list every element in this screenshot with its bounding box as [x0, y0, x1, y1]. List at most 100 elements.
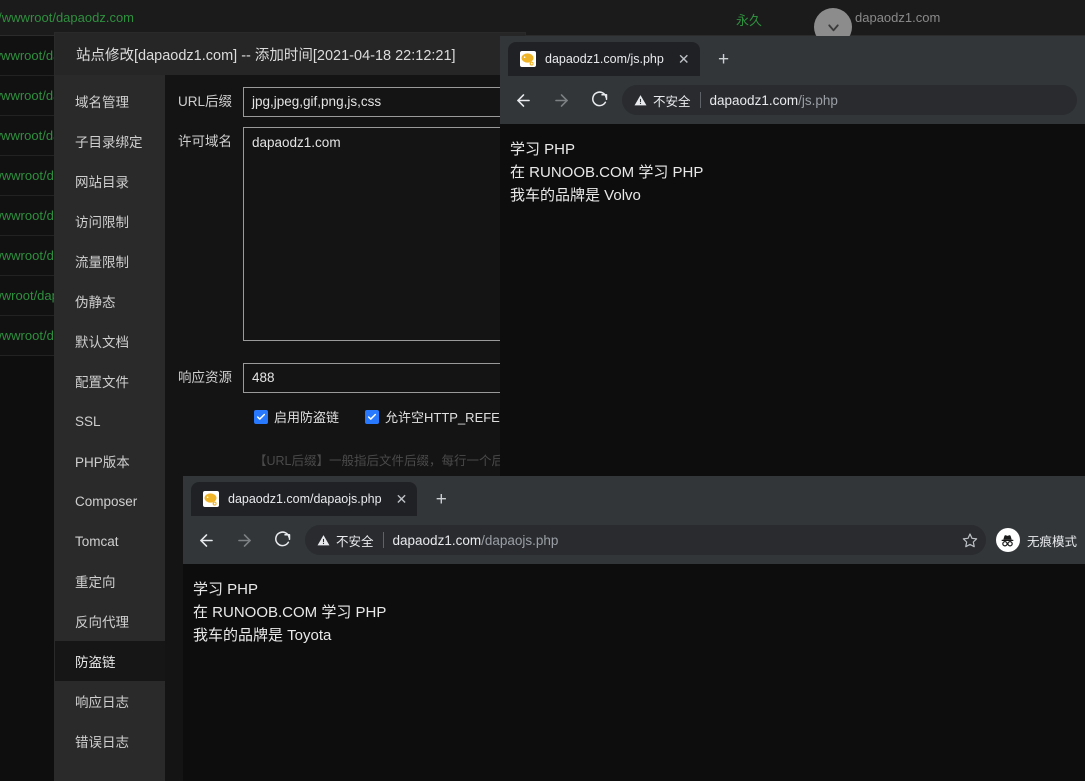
- field-response-resource: 响应资源 488: [165, 363, 525, 393]
- close-icon[interactable]: ✕: [382, 492, 408, 506]
- arrow-right-icon[interactable]: [229, 525, 259, 555]
- sidebar-item-label: 重定向: [75, 575, 116, 590]
- url-domain: dapaodz1.com: [392, 532, 482, 548]
- page-line: 学习 PHP: [510, 141, 576, 158]
- tab-title: dapaodz1.com/dapaojs.php: [228, 492, 382, 506]
- security-label: 不安全: [336, 534, 374, 549]
- browser-window-bottom: dapaodz1.com/dapaojs.php ✕ + 不安全 dapaodz…: [183, 476, 1085, 781]
- sidebar-item-domain-management[interactable]: 域名管理: [55, 81, 165, 121]
- sidebar-item-subdirectory-binding[interactable]: 子目录绑定: [55, 121, 165, 161]
- response-resource-input[interactable]: 488: [243, 363, 503, 393]
- page-content-top: 学习 PHP 在 RUNOOB.COM 学习 PHP 我车的品牌是 Volvo: [500, 124, 1085, 481]
- bt-top-domain: dapaodz1.com: [855, 10, 941, 25]
- checkbox-row: 启用防盗链 允许空HTTP_REFERER: [254, 407, 525, 426]
- sidebar-item-label: PHP版本: [75, 455, 130, 470]
- star-icon[interactable]: [952, 532, 978, 548]
- url-suffix-label: URL后缀: [177, 94, 232, 109]
- sidebar-item-label: 反向代理: [75, 615, 129, 630]
- php-elephant-icon: [203, 491, 219, 507]
- php-elephant-icon: [520, 51, 536, 67]
- sidebar-item-label: 子目录绑定: [75, 135, 143, 150]
- sidebar-item-rewrite[interactable]: 伪静态: [55, 281, 165, 321]
- sidebar-item-php-version[interactable]: PHP版本: [55, 441, 165, 481]
- tab-strip: dapaodz1.com/dapaojs.php ✕ +: [183, 476, 1085, 516]
- sidebar-item-redirect[interactable]: 重定向: [55, 561, 165, 601]
- allowed-domain-textarea[interactable]: dapaodz1.com: [243, 127, 503, 341]
- bt-permanent-label: 永久: [736, 13, 763, 28]
- new-tab-button[interactable]: +: [427, 485, 455, 513]
- tab-strip: dapaodz1.com/js.php ✕ +: [500, 36, 1085, 76]
- enable-anti-leech-checkbox[interactable]: [254, 409, 268, 424]
- url-domain: dapaodz1.com: [709, 92, 799, 108]
- page-line: 我车的品牌是 Toyota: [193, 627, 332, 644]
- divider: [699, 92, 701, 108]
- tab-title: dapaodz1.com/js.php: [545, 52, 664, 66]
- sidebar-item-label: 伪静态: [75, 295, 116, 310]
- page-line: 我车的品牌是 Volvo: [510, 187, 641, 204]
- sidebar-item-label: 网站目录: [75, 175, 129, 190]
- response-resource-label: 响应资源: [178, 370, 232, 385]
- dialog-sidebar: 域名管理 子目录绑定 网站目录 访问限制 流量限制 伪静态 默认文档 配置文件 …: [55, 75, 165, 781]
- sidebar-item-tomcat[interactable]: Tomcat: [55, 521, 165, 561]
- arrow-right-icon[interactable]: [546, 85, 576, 115]
- browser-tab[interactable]: dapaodz1.com/dapaojs.php ✕: [191, 482, 418, 516]
- url-text: dapaodz1.com/js.php: [710, 93, 838, 108]
- page-line: 在 RUNOOB.COM 学习 PHP: [510, 164, 704, 181]
- security-warning[interactable]: 不安全: [317, 531, 374, 550]
- enable-anti-leech-label: 启用防盗链: [274, 410, 340, 425]
- sidebar-item-anti-leech[interactable]: 防盗链: [55, 641, 165, 681]
- sidebar-item-label: Composer: [75, 493, 138, 509]
- sidebar-item-access-restriction[interactable]: 访问限制: [55, 201, 165, 241]
- page-content-bottom: 学习 PHP 在 RUNOOB.COM 学习 PHP 我车的品牌是 Toyota: [183, 564, 1085, 781]
- address-bar[interactable]: 不安全 dapaodz1.com/dapaojs.php: [305, 525, 986, 555]
- sidebar-item-default-document[interactable]: 默认文档: [55, 321, 165, 361]
- url-text: dapaodz1.com/dapaojs.php: [393, 533, 559, 548]
- field-allowed-domain: 许可域名 dapaodz1.com: [165, 127, 525, 341]
- incognito-hat-icon: [995, 528, 1020, 552]
- new-tab-button[interactable]: +: [710, 45, 738, 73]
- sidebar-item-label: 配置文件: [75, 375, 129, 390]
- reload-icon[interactable]: [267, 525, 297, 555]
- field-url-suffix: URL后缀 jpg,jpeg,gif,png,js,css: [165, 87, 525, 117]
- reload-icon[interactable]: [584, 85, 614, 115]
- allow-empty-referer-checkbox[interactable]: [365, 409, 380, 424]
- close-icon[interactable]: ✕: [664, 52, 690, 66]
- sidebar-item-error-log[interactable]: 错误日志: [55, 721, 165, 761]
- sidebar-item-label: 响应日志: [75, 695, 129, 710]
- arrow-left-icon[interactable]: [191, 525, 221, 555]
- browser-toolbar: 不安全 dapaodz1.com/dapaojs.php 无痕模式: [183, 516, 1085, 564]
- sidebar-item-reverse-proxy[interactable]: 反向代理: [55, 601, 165, 641]
- sidebar-item-label: SSL: [75, 413, 101, 429]
- url-suffix-input[interactable]: jpg,jpeg,gif,png,js,css: [243, 87, 503, 117]
- page-line: 在 RUNOOB.COM 学习 PHP: [193, 604, 387, 621]
- incognito-label: 无痕模式: [1026, 534, 1077, 549]
- security-warning[interactable]: 不安全: [634, 91, 691, 110]
- sidebar-item-traffic-limit[interactable]: 流量限制: [55, 241, 165, 281]
- sidebar-item-label: 域名管理: [75, 95, 129, 110]
- incognito-indicator[interactable]: 无痕模式: [995, 528, 1077, 552]
- sidebar-item-label: 默认文档: [75, 335, 129, 350]
- sidebar-item-label: 流量限制: [75, 255, 129, 270]
- address-bar[interactable]: 不安全 dapaodz1.com/js.php: [622, 85, 1077, 115]
- browser-toolbar: 不安全 dapaodz1.com/js.php: [500, 76, 1085, 124]
- browser-tab[interactable]: dapaodz1.com/js.php ✕: [508, 42, 700, 76]
- sidebar-item-label: Tomcat: [75, 533, 119, 549]
- bt-top-path: www/wwwroot/dapaodz.com: [0, 10, 135, 25]
- sidebar-item-config-file[interactable]: 配置文件: [55, 361, 165, 401]
- sidebar-item-ssl[interactable]: SSL: [55, 401, 165, 441]
- sidebar-item-composer[interactable]: Composer: [55, 481, 165, 521]
- dialog-title: 站点修改[dapaodz1.com] -- 添加时间[2021-04-18 22…: [55, 33, 525, 75]
- sidebar-item-label: 访问限制: [75, 215, 129, 230]
- browser-window-top: dapaodz1.com/js.php ✕ + 不安全 dapaodz1.com…: [500, 36, 1085, 481]
- sidebar-item-website-directory[interactable]: 网站目录: [55, 161, 165, 201]
- sidebar-item-response-log[interactable]: 响应日志: [55, 681, 165, 721]
- arrow-left-icon[interactable]: [508, 85, 538, 115]
- allowed-domain-label: 许可域名: [178, 134, 232, 149]
- sidebar-item-label: 错误日志: [75, 735, 129, 750]
- warning-triangle-icon: [317, 534, 330, 545]
- screen: www/wwwroot/dapaodz.com 永久 dapaodz1.com …: [0, 0, 1085, 781]
- divider: [382, 532, 384, 548]
- form-hint: 【URL后缀】一般指后文件后缀，每行一个后缀 如:png: [254, 454, 525, 468]
- warning-triangle-icon: [634, 94, 647, 105]
- url-path: /dapaojs.php: [481, 532, 559, 548]
